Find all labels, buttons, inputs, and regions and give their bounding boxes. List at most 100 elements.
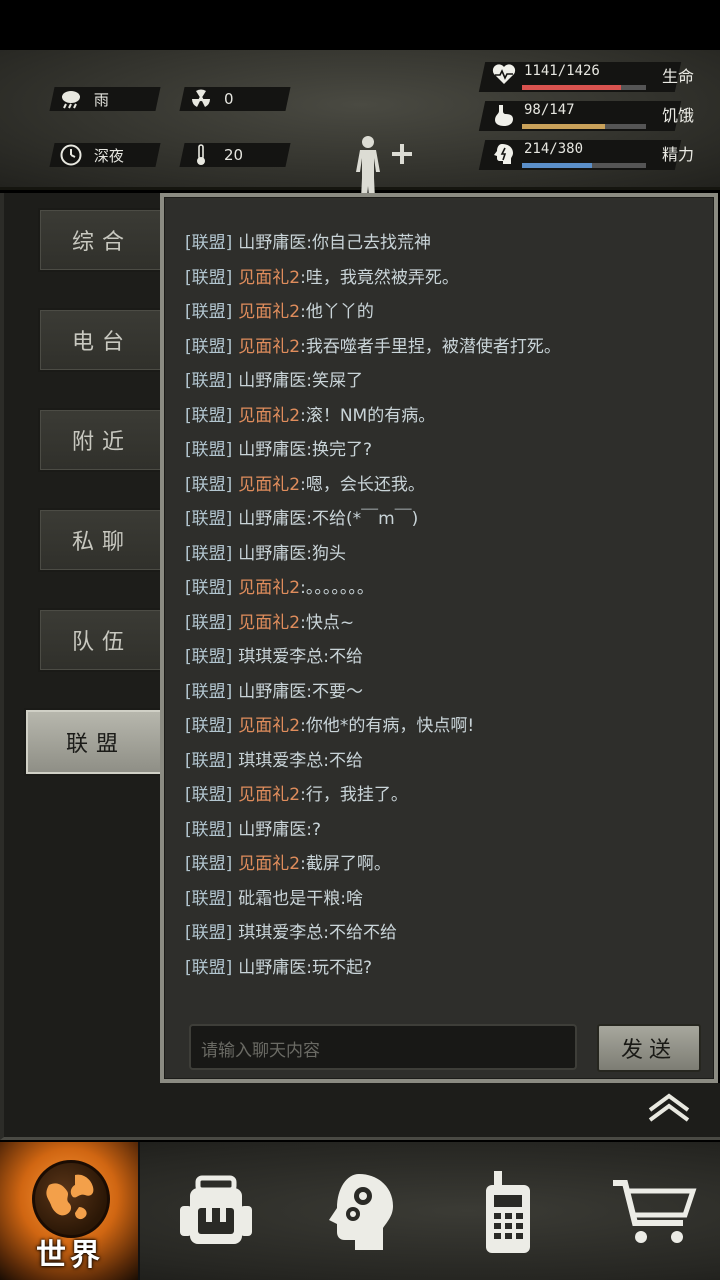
rain-cloud-icon: [58, 87, 84, 111]
message-text: :不给不给: [323, 923, 397, 943]
message-sender[interactable]: 见面礼2: [238, 337, 300, 357]
message-sender[interactable]: 琪琪爱李总: [238, 751, 323, 771]
message-channel: [联盟]: [185, 716, 233, 736]
message-sender[interactable]: 见面礼2: [238, 854, 300, 874]
message-channel: [联盟]: [185, 267, 233, 288]
top-bar: [0, 0, 720, 50]
message-sender[interactable]: 山野庸医: [238, 544, 306, 564]
chat-message: [联盟] 山野庸医:狗头: [185, 539, 705, 574]
message-channel: [联盟]: [185, 819, 233, 840]
chat-input[interactable]: 请输入聊天内容: [189, 1024, 577, 1070]
message-channel: [联盟]: [185, 854, 233, 874]
message-text: :滚！NM的有病。: [300, 405, 436, 426]
send-button[interactable]: 发送: [597, 1024, 701, 1072]
chat-message: [联盟] 山野庸医:玩不起?: [185, 953, 705, 988]
message-text: :笑屎了: [306, 371, 363, 391]
message-sender[interactable]: 见面礼2: [238, 785, 300, 805]
message-sender[interactable]: 见面礼2: [238, 716, 300, 736]
time-label: 深夜: [94, 146, 125, 165]
message-channel: [联盟]: [185, 923, 233, 943]
message-channel: [联盟]: [185, 302, 233, 322]
energy-value: 214/380: [524, 141, 584, 157]
tab-radio[interactable]: 电台: [38, 308, 166, 372]
chat-message: [联盟] 见面礼2:哇，我竟然被弄死。: [185, 263, 705, 298]
nav-world-button[interactable]: 世界: [0, 1142, 140, 1280]
message-channel: [联盟]: [185, 543, 233, 564]
message-text: :狗头: [306, 543, 346, 564]
globe-icon: [32, 1160, 110, 1238]
message-sender[interactable]: 琪琪爱李总: [238, 923, 323, 943]
weather-pill: 雨: [49, 87, 161, 111]
message-text: :嗯，会长还我。: [300, 474, 425, 495]
message-sender[interactable]: 见面礼2: [238, 578, 300, 598]
chat-message: [联盟] 见面礼2:他丫丫的: [185, 297, 705, 332]
shopping-cart-icon: [613, 1180, 697, 1243]
message-channel: [联盟]: [185, 371, 233, 391]
chat-message: [联盟] 砒霜也是干粮:啥: [185, 884, 705, 919]
tab-alliance[interactable]: 联盟: [26, 710, 166, 774]
message-channel: [联盟]: [185, 336, 233, 357]
time-pill: 深夜: [49, 143, 161, 167]
message-channel: [联盟]: [185, 509, 233, 529]
message-channel: [联盟]: [185, 888, 233, 909]
message-list[interactable]: [联盟] 山野庸医:你自己去找荒神 [联盟] 见面礼2:哇，我竟然被弄死。 [联盟] 见面…: [185, 228, 705, 987]
chat-message: [联盟] 山野庸医:?: [185, 815, 705, 850]
message-sender[interactable]: 山野庸医: [238, 233, 306, 253]
message-sender[interactable]: 见面礼2: [238, 302, 300, 322]
panel-footer: [0, 1083, 720, 1140]
message-text: :快点~: [300, 612, 355, 633]
chat-message: [联盟] 山野庸医:换完了?: [185, 435, 705, 470]
message-sender[interactable]: 见面礼2: [238, 268, 300, 288]
tab-private[interactable]: 私聊: [38, 508, 166, 572]
message-channel: [联盟]: [185, 440, 233, 460]
message-sender[interactable]: 山野庸医: [238, 371, 306, 391]
message-sender[interactable]: 山野庸医: [238, 440, 306, 460]
skills-head-icon: [329, 1174, 393, 1250]
hunger-value: 98/147: [524, 102, 575, 118]
message-text: :你自己去找荒神: [306, 233, 431, 253]
message-sender[interactable]: 见面礼2: [238, 475, 300, 495]
message-text: :啥: [340, 888, 363, 909]
message-sender[interactable]: 砒霜也是干粮: [238, 889, 340, 909]
chat-message: [联盟] 见面礼2:截屏了啊。: [185, 849, 705, 884]
message-sender[interactable]: 琪琪爱李总: [238, 647, 323, 667]
tab-general[interactable]: 综合: [38, 208, 166, 272]
chat-message: [联盟] 见面礼2:嗯，会长还我。: [185, 470, 705, 505]
nav-radio-button[interactable]: [458, 1164, 558, 1260]
message-sender[interactable]: 山野庸医: [238, 509, 306, 529]
chat-panel: [联盟] 山野庸医:你自己去找荒神 [联盟] 见面礼2:哇，我竟然被弄死。 [联盟] 见面…: [160, 193, 718, 1083]
nav-world-label: 世界: [36, 1238, 104, 1273]
nav-inventory-button[interactable]: [166, 1164, 266, 1260]
chat-message: [联盟] 见面礼2:我吞噬者手里捏，被潜使者打死。: [185, 332, 705, 367]
message-channel: [联盟]: [185, 785, 233, 805]
message-sender[interactable]: 山野庸医: [238, 958, 306, 978]
message-sender[interactable]: 山野庸医: [238, 820, 306, 840]
message-sender[interactable]: 山野庸医: [238, 682, 306, 702]
message-channel: [联盟]: [185, 233, 233, 253]
thermometer-icon: [188, 143, 214, 167]
message-text: :截屏了啊。: [300, 854, 391, 874]
message-sender[interactable]: 见面礼2: [238, 613, 300, 633]
chat-message: [联盟] 见面礼2:你他*的有病，快点啊!: [185, 711, 705, 746]
energy-bar: 214/380 精力: [478, 140, 710, 170]
message-sender[interactable]: 见面礼2: [238, 406, 300, 426]
chat-message: [联盟] 见面礼2:滚！NM的有病。: [185, 401, 705, 436]
chat-message: [联盟] 琪琪爱李总:不给不给: [185, 918, 705, 953]
chat-message: [联盟] 山野庸医:你自己去找荒神: [185, 228, 705, 263]
channel-sidebar: 综合 电台 附近 私聊 队伍 联盟: [0, 193, 166, 1138]
temperature-value: 20: [224, 146, 244, 164]
chat-window: [联盟] 山野庸医:你自己去找荒神 [联盟] 见面礼2:哇，我竟然被弄死。 [联盟] 见面…: [164, 197, 714, 1079]
weather-label: 雨: [94, 90, 110, 109]
tab-nearby[interactable]: 附近: [38, 408, 166, 472]
collapse-up-icon[interactable]: [646, 1090, 692, 1126]
chat-message: [联盟] 山野庸医:不给(*￣m￣): [185, 504, 705, 539]
stomach-icon: [490, 103, 518, 129]
message-text: :玩不起?: [306, 957, 373, 978]
tab-team[interactable]: 队伍: [38, 608, 166, 672]
hunger-fill: [522, 124, 605, 129]
temperature-pill: 20: [179, 143, 291, 167]
nav-shop-button[interactable]: [604, 1164, 704, 1260]
nav-skills-button[interactable]: [312, 1164, 412, 1260]
message-channel: [联盟]: [185, 957, 233, 978]
message-text: :不给: [323, 647, 363, 667]
